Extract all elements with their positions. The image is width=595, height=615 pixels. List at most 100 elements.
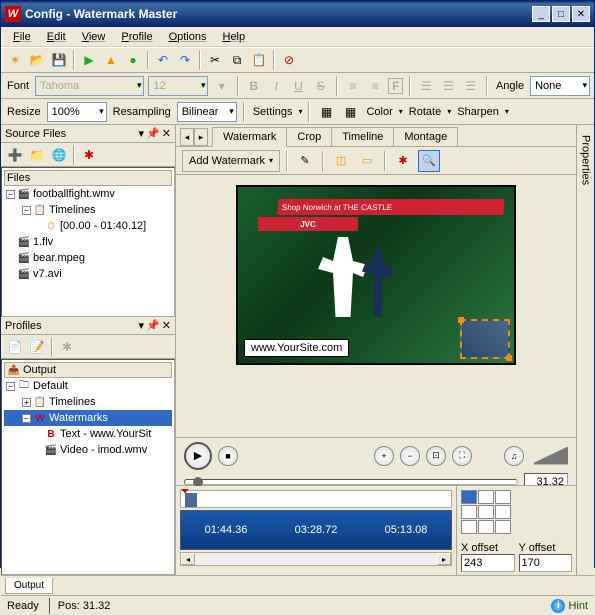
new-icon[interactable]: ✶	[5, 50, 25, 70]
align-left-icon[interactable]: ≡	[344, 76, 362, 96]
play-icon[interactable]: ▶	[79, 50, 99, 70]
fx1-icon[interactable]: ▦	[316, 102, 336, 122]
minimize-button[interactable]: _	[532, 6, 550, 22]
anchor-cell[interactable]	[478, 505, 494, 519]
close-panel-icon[interactable]: ✕	[162, 319, 171, 332]
collapse-icon[interactable]: −	[6, 190, 15, 199]
close-button[interactable]: ✕	[572, 6, 590, 22]
anchor-cell[interactable]	[478, 490, 494, 504]
menu-options[interactable]: Options	[161, 29, 215, 45]
undo-icon[interactable]: ↶	[153, 50, 173, 70]
align-center-icon[interactable]: ≡	[366, 76, 384, 96]
refresh-icon[interactable]: 🌐	[49, 145, 69, 165]
copy-icon[interactable]: ⧉	[227, 50, 247, 70]
tree-item[interactable]: 🎬Video - imod.wmv	[4, 442, 172, 458]
resampling-combo[interactable]: Bilinear	[177, 102, 237, 122]
sharpen-label[interactable]: Sharpen	[455, 106, 501, 118]
font-size-combo[interactable]: 12	[148, 76, 208, 96]
dropdown-icon[interactable]: ▾	[139, 127, 145, 140]
collapse-icon[interactable]: −	[22, 206, 31, 215]
expand-icon[interactable]: +	[22, 398, 31, 407]
hint-button[interactable]: i Hint	[551, 599, 588, 613]
strike-icon[interactable]: S	[312, 76, 330, 96]
tree-item[interactable]: ⏱[00.00 - 01:40.12]	[4, 218, 172, 234]
anchor-cell[interactable]	[495, 490, 511, 504]
edit-profile-icon[interactable]: 📝	[27, 337, 47, 357]
add-watermark-button[interactable]: Add Watermark	[182, 150, 280, 172]
tree-item[interactable]: BText - www.YourSit	[4, 426, 172, 442]
menu-profile[interactable]: Profile	[113, 29, 160, 45]
paste-icon[interactable]: 📋	[249, 50, 269, 70]
angle-combo[interactable]: None	[530, 76, 590, 96]
timeline-track[interactable]: 01:44.36 03:28.72 05:13.08	[180, 510, 452, 550]
collapse-icon[interactable]: −	[6, 382, 15, 391]
x-offset-input[interactable]	[461, 554, 515, 572]
menu-view[interactable]: View	[74, 29, 114, 45]
pin-icon[interactable]: 📌	[146, 319, 160, 332]
new-profile-icon[interactable]: 📄	[5, 337, 25, 357]
timeline-clip[interactable]	[185, 493, 197, 507]
italic-icon[interactable]: I	[267, 76, 285, 96]
ribbon2-icon[interactable]: ✱	[392, 150, 414, 172]
fx2-icon[interactable]: ▦	[340, 102, 360, 122]
volume-slider[interactable]	[530, 447, 568, 465]
tab-next-icon[interactable]: ▸	[194, 128, 208, 146]
tree-item-selected[interactable]: −WWatermarks	[4, 410, 172, 426]
ribbon-icon[interactable]: ✱	[57, 337, 77, 357]
bold-icon[interactable]: B	[245, 76, 263, 96]
cut-icon[interactable]: ✂	[205, 50, 225, 70]
timeline-ruler[interactable]	[180, 490, 452, 508]
pin-icon[interactable]: 📌	[146, 127, 160, 140]
anchor-cell[interactable]	[478, 520, 494, 534]
image-watermark-overlay[interactable]	[460, 319, 510, 359]
rotate-label[interactable]: Rotate	[407, 106, 443, 118]
anchor-cell[interactable]	[495, 505, 511, 519]
dropdown-icon[interactable]: ▾	[139, 319, 145, 332]
font-combo[interactable]: Tahoma	[35, 76, 144, 96]
color-label[interactable]: Color	[364, 106, 394, 118]
list3-icon[interactable]: ☰	[462, 76, 480, 96]
close-panel-icon[interactable]: ✕	[162, 127, 171, 140]
tree-item[interactable]: 🎬v7.avi	[4, 266, 172, 282]
source-tree[interactable]: Files −🎬footballfight.wmv −📋Timelines ⏱[…	[1, 167, 175, 317]
tree-item[interactable]: −🗀Default	[4, 378, 172, 394]
tree-item[interactable]: 🎬bear.mpeg	[4, 250, 172, 266]
add-folder-icon[interactable]: 📁	[27, 145, 47, 165]
anchor-cell[interactable]	[495, 520, 511, 534]
menu-help[interactable]: Help	[214, 29, 253, 45]
y-offset-input[interactable]	[519, 554, 573, 572]
timeline-scrollbar[interactable]: ◂ ▸	[180, 552, 452, 566]
menu-file[interactable]: File	[5, 29, 39, 45]
wand-icon[interactable]: ✎	[294, 150, 316, 172]
tab-crop[interactable]: Crop	[286, 127, 332, 146]
seek-track[interactable]	[184, 479, 518, 485]
expand-button[interactable]: ⛶	[452, 446, 472, 466]
ribbon-icon[interactable]: ✱	[79, 145, 99, 165]
list2-icon[interactable]: ☰	[439, 76, 457, 96]
select1-icon[interactable]: ◫	[330, 150, 352, 172]
zoom-out-button[interactable]: −	[400, 446, 420, 466]
scroll-left-icon[interactable]: ◂	[181, 553, 195, 565]
scroll-right-icon[interactable]: ▸	[437, 553, 451, 565]
fit-button[interactable]: ⊡	[426, 446, 446, 466]
settings-label[interactable]: Settings	[251, 106, 295, 118]
output-tab[interactable]: Output	[5, 578, 53, 594]
magnify-icon[interactable]: 🔍	[418, 150, 440, 172]
list1-icon[interactable]: ☰	[417, 76, 435, 96]
stop-icon[interactable]: ●	[123, 50, 143, 70]
anchor-cell[interactable]	[461, 505, 477, 519]
play-button[interactable]: ▶	[184, 442, 212, 470]
text-watermark-overlay[interactable]: www.YourSite.com	[244, 339, 349, 357]
collapse-icon[interactable]: −	[22, 414, 31, 423]
maximize-button[interactable]: □	[552, 6, 570, 22]
font-color-icon[interactable]: ▾	[212, 76, 230, 96]
profiles-tree[interactable]: 📤Output −🗀Default +📋Timelines −WWatermar…	[1, 359, 175, 575]
vlc-icon[interactable]: ▲	[101, 50, 121, 70]
select2-icon[interactable]: ▭	[356, 150, 378, 172]
tree-item[interactable]: 🎬1.flv	[4, 234, 172, 250]
tree-item[interactable]: −📋Timelines	[4, 202, 172, 218]
save-icon[interactable]: 💾	[49, 50, 69, 70]
tab-watermark[interactable]: Watermark	[212, 127, 287, 147]
tree-item[interactable]: −🎬footballfight.wmv	[4, 186, 172, 202]
zoom-in-button[interactable]: +	[374, 446, 394, 466]
